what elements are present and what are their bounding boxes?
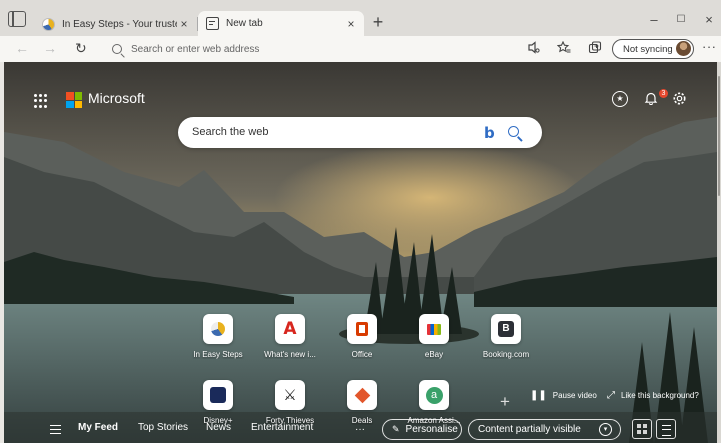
address-toolbar: ← → ↻ Search or enter web address Not sy… [0, 36, 721, 62]
like-background-button[interactable]: ⤢ Like this background? [607, 390, 699, 401]
new-tab-favicon-icon [206, 17, 219, 30]
forward-button[interactable]: → [42, 40, 58, 56]
tab-new-tab[interactable]: New tab × [198, 11, 364, 36]
quick-link-label: eBay [424, 350, 444, 359]
quick-link-office[interactable]: Office [326, 314, 398, 359]
app-launcher-button[interactable] [34, 94, 48, 108]
minimize-button[interactable]: – [646, 12, 662, 27]
search-placeholder: Search the web [192, 126, 269, 138]
address-placeholder: Search or enter web address [131, 43, 260, 55]
add-shortcut-button[interactable]: + [500, 392, 510, 412]
tab-close-icon[interactable]: × [177, 17, 191, 31]
new-tab-page: Microsoft ★ 3 Search the web b In Easy S… [4, 62, 717, 443]
settings-more-button[interactable]: ··· [702, 39, 717, 54]
page-settings-gear-icon[interactable] [672, 91, 688, 107]
search-icon[interactable] [508, 126, 519, 137]
more-feed-tabs-button[interactable]: ··· [355, 424, 365, 435]
avatar [676, 41, 691, 56]
address-bar[interactable]: Search or enter web address [100, 39, 510, 59]
tab-title: In Easy Steps - Your trusted sour [62, 18, 177, 30]
forty-thieves-icon: ⚔ [275, 380, 305, 410]
like-background-label: Like this background? [621, 391, 699, 400]
favorites-icon[interactable] [556, 40, 572, 57]
tab-news[interactable]: News [206, 422, 231, 433]
feed-menu-icon[interactable] [50, 425, 61, 434]
new-tab-button[interactable]: + [370, 12, 386, 32]
pause-video-label: Pause video [552, 391, 597, 400]
microsoft-logo-icon [66, 92, 82, 108]
tab-title: New tab [226, 18, 263, 29]
pause-icon: ❚❚ [530, 390, 547, 401]
deals-icon [347, 380, 377, 410]
list-layout-button[interactable] [656, 419, 676, 439]
content-visibility-dropdown[interactable]: Content partially visible ▾ [468, 419, 621, 440]
disney-plus-icon [203, 380, 233, 410]
quick-link-booking[interactable]: B Booking.com [470, 314, 542, 359]
tab-my-feed[interactable]: My Feed [78, 422, 118, 433]
expand-icon: ⤢ [607, 390, 615, 401]
tab-actions-icon[interactable] [8, 11, 26, 27]
quick-link-in-easy-steps[interactable]: In Easy Steps [182, 314, 254, 359]
office-icon [347, 314, 377, 344]
rewards-icon[interactable]: ★ [612, 91, 628, 107]
content-visibility-label: Content partially visible [478, 424, 581, 435]
chevron-down-icon: ▾ [599, 423, 612, 436]
pencil-icon: ✎ [392, 424, 400, 434]
quick-link-ebay[interactable]: eBay [398, 314, 470, 359]
brand-label: Microsoft [88, 90, 145, 106]
booking-icon: B [491, 314, 521, 344]
quick-link-label: Office [351, 350, 373, 359]
web-search-box[interactable]: Search the web b [178, 117, 542, 148]
personalise-button[interactable]: ✎ Personalise [382, 419, 462, 440]
profile-sync-button[interactable]: Not syncing [612, 39, 694, 59]
sync-status-label: Not syncing [623, 43, 673, 55]
tab-strip: In Easy Steps - Your trusted sour × New … [0, 0, 721, 36]
in-easy-steps-icon [203, 314, 233, 344]
quick-link-label: What's new i... [264, 350, 316, 359]
notification-count-badge: 3 [659, 89, 668, 98]
bing-chat-icon[interactable]: b [484, 124, 495, 142]
quick-link-adobe[interactable]: A What's new i... [254, 314, 326, 359]
feed-bar: My Feed Top Stories News Entertainment ·… [4, 416, 717, 443]
tab-top-stories[interactable]: Top Stories [138, 422, 188, 433]
reload-button[interactable]: ↻ [75, 40, 87, 57]
back-button[interactable]: ← [14, 40, 30, 56]
tab-in-easy-steps[interactable]: In Easy Steps - Your trusted sour × [34, 12, 197, 36]
quick-link-label: In Easy Steps [193, 350, 243, 359]
notifications-bell-icon[interactable] [644, 91, 660, 107]
window-close-button[interactable]: × [701, 12, 717, 27]
maximize-button[interactable]: ☐ [673, 14, 689, 25]
ebay-icon [419, 314, 449, 344]
amazon-icon: a [419, 380, 449, 410]
in-easy-steps-favicon-icon [42, 17, 55, 31]
pause-video-button[interactable]: ❚❚ Pause video [530, 390, 597, 401]
quick-link-label: Booking.com [482, 350, 530, 359]
tab-close-icon[interactable]: × [344, 17, 358, 31]
tab-entertainment[interactable]: Entertainment [251, 422, 313, 433]
search-icon [112, 44, 122, 54]
read-aloud-icon[interactable] [525, 41, 541, 57]
collections-icon[interactable] [587, 41, 603, 58]
personalise-label: Personalise [405, 424, 458, 435]
page-scrollbar[interactable] [717, 62, 721, 443]
adobe-icon: A [275, 314, 305, 344]
grid-layout-button[interactable] [632, 419, 652, 439]
